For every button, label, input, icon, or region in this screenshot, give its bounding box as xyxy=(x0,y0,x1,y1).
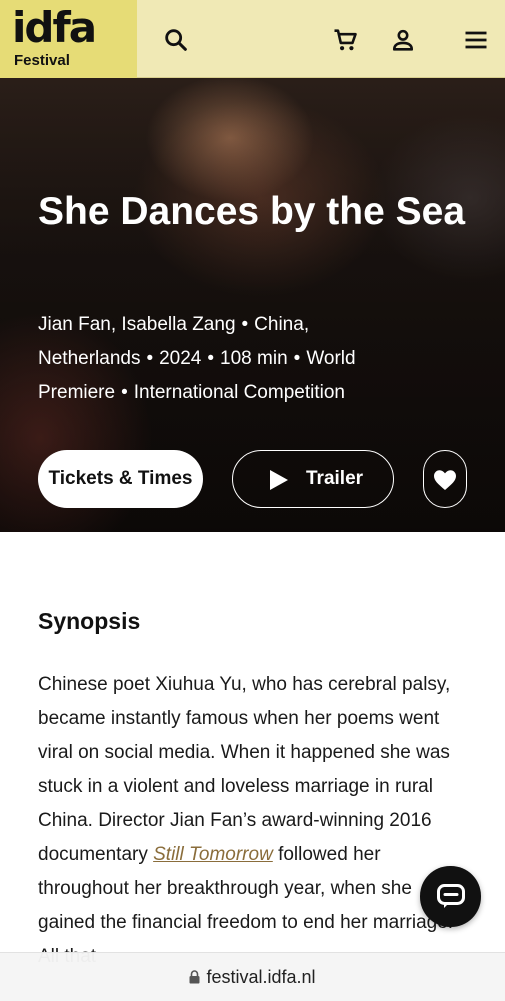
film-meta: Jian Fan, Isabella Zang • China, Netherlan… xyxy=(38,308,458,410)
tickets-times-button[interactable]: Tickets & Times xyxy=(38,450,203,508)
film-country-2: Netherlands xyxy=(38,348,141,369)
meta-separator: • xyxy=(241,314,249,335)
trailer-button[interactable]: Trailer xyxy=(232,450,394,508)
site-header: idfa Festival xyxy=(0,0,505,78)
synopsis-text: Chinese poet Xiuhua Yu, who has cerebral… xyxy=(38,668,463,974)
chat-icon xyxy=(437,884,465,908)
still-tomorrow-link[interactable]: Still Tomorrow xyxy=(153,844,273,865)
logo-wordmark: idfa xyxy=(12,3,97,52)
url-display: festival.idfa.nl xyxy=(0,967,505,988)
chat-button[interactable] xyxy=(420,866,481,927)
film-section: International Competition xyxy=(133,382,345,403)
heart-icon xyxy=(434,470,456,490)
menu-icon[interactable] xyxy=(462,26,490,54)
synopsis-heading: Synopsis xyxy=(38,608,141,634)
favorite-button[interactable] xyxy=(423,450,467,508)
film-premiere: World xyxy=(306,348,356,369)
film-country: China, xyxy=(254,314,310,335)
account-icon[interactable] xyxy=(389,26,417,54)
lock-icon xyxy=(189,970,200,984)
meta-separator: • xyxy=(121,382,128,403)
meta-separator: • xyxy=(146,348,154,369)
search-icon[interactable] xyxy=(162,26,190,54)
browser-url-bar[interactable]: festival.idfa.nl xyxy=(0,952,505,1001)
synopsis-text-part: Chinese poet Xiuhua Yu, who has cerebral… xyxy=(38,674,451,865)
cart-icon[interactable] xyxy=(331,26,359,54)
trailer-label: Trailer xyxy=(306,468,364,489)
idfa-logo[interactable]: idfa Festival xyxy=(0,0,137,78)
url-text: festival.idfa.nl xyxy=(206,967,316,987)
meta-separator: • xyxy=(207,348,215,369)
meta-separator: • xyxy=(293,348,301,369)
logo-subtitle: Festival xyxy=(14,52,70,69)
film-premiere-2: Premiere xyxy=(38,382,116,403)
film-directors: Jian Fan, Isabella Zang xyxy=(38,314,236,335)
film-title: She Dances by the Sea xyxy=(38,190,466,233)
play-icon xyxy=(270,470,288,490)
film-duration: 108 min xyxy=(220,348,288,369)
film-hero: She Dances by the Sea Jian Fan, Isabella… xyxy=(0,78,505,532)
film-year: 2024 xyxy=(159,348,202,369)
